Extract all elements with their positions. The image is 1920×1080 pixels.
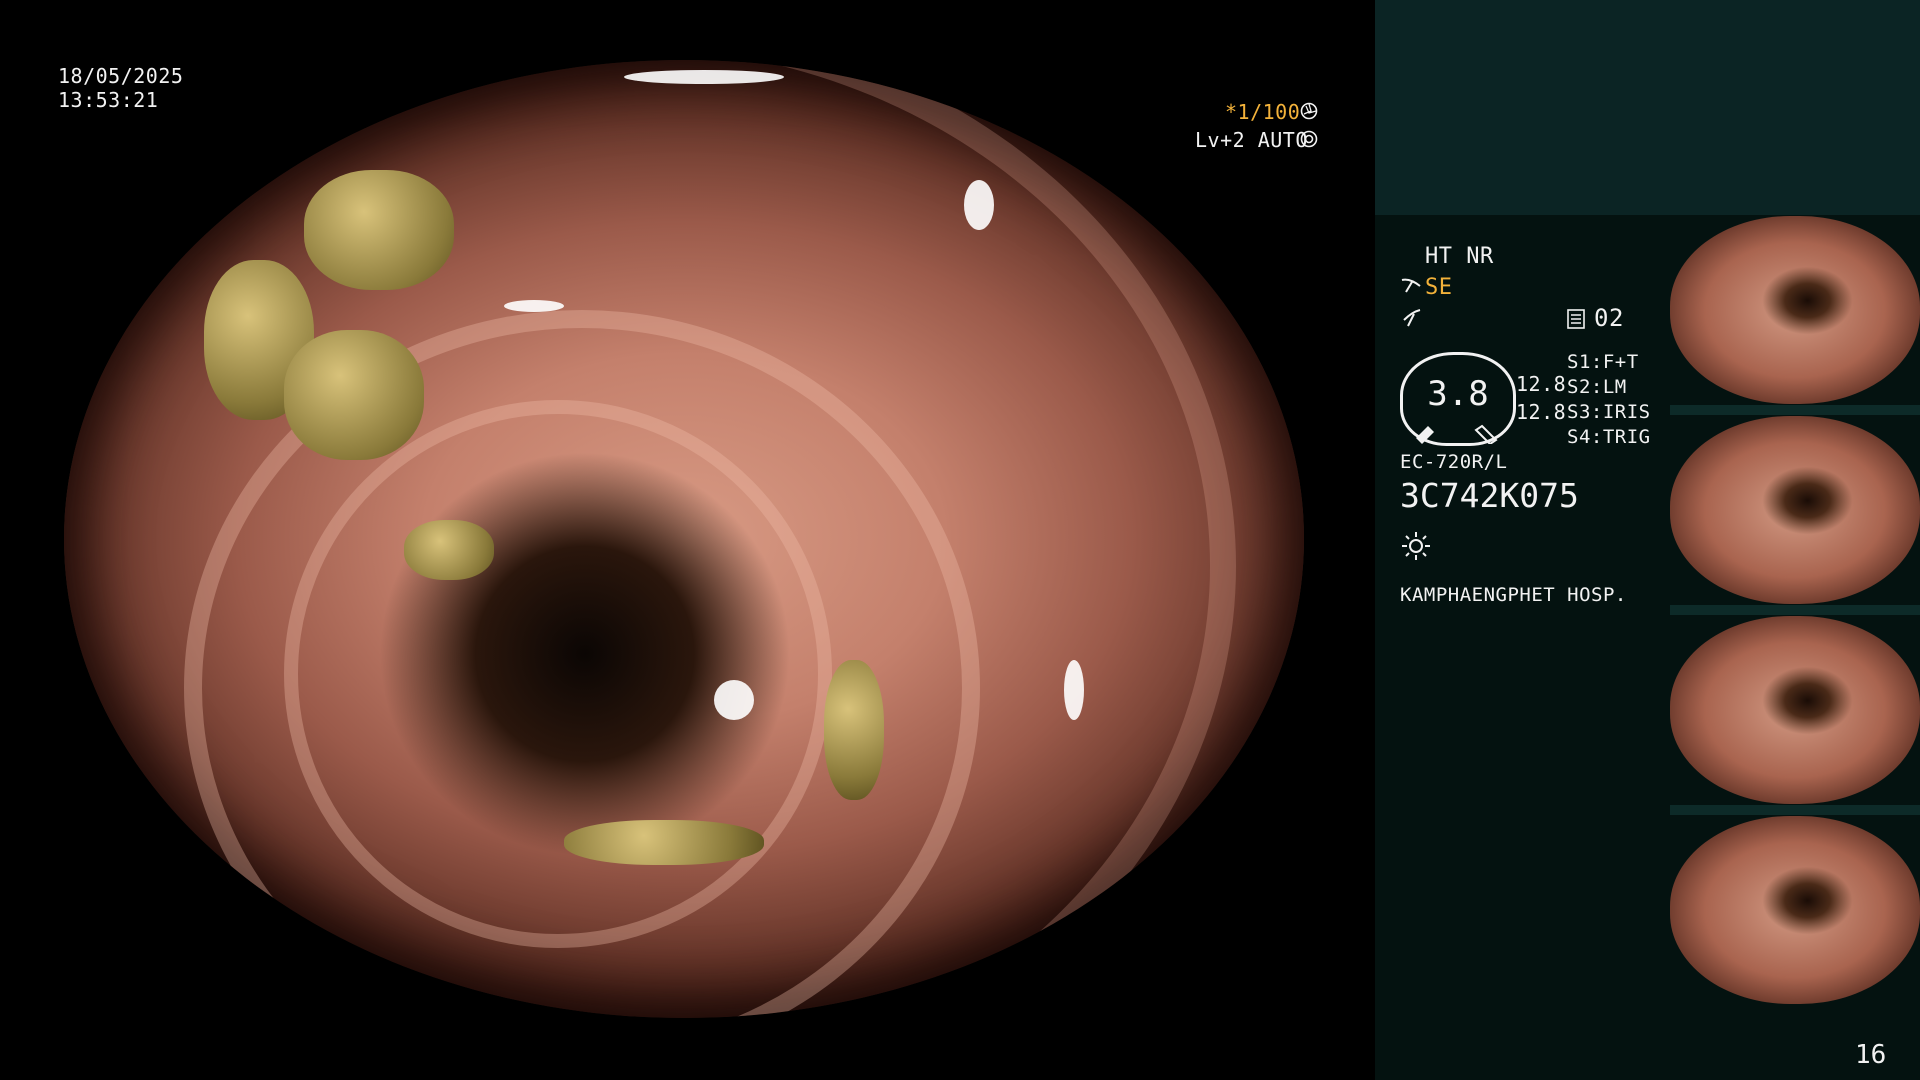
time-label: 13:53:21 <box>58 88 159 112</box>
shutter-icon <box>1300 102 1318 120</box>
page-number: 16 <box>1855 1040 1887 1070</box>
thumbnail-3[interactable] <box>1670 616 1920 804</box>
thumbnail-2[interactable] <box>1670 416 1920 604</box>
flash-icon <box>1403 309 1421 327</box>
memory-icon <box>1567 309 1585 329</box>
switch-4: S4:TRIG <box>1567 426 1651 448</box>
switch-2: S2:LM <box>1567 376 1627 398</box>
light-reflection <box>714 680 754 720</box>
switch-3: S3:IRIS <box>1567 401 1651 423</box>
switch-1: S1:F+T <box>1567 351 1639 373</box>
stool-fragment <box>304 170 454 290</box>
mucosal-fold <box>64 60 1236 1018</box>
thumbnail-divider <box>1670 605 1920 615</box>
brightness-icon <box>1402 532 1430 560</box>
thumbnail-divider <box>1670 805 1920 815</box>
auto-iris-icon <box>1300 130 1318 148</box>
counter-label: 02 <box>1594 304 1624 332</box>
light-reflection <box>504 300 564 312</box>
stool-fragment <box>284 330 424 460</box>
scope-value: 3.8 <box>1427 374 1489 414</box>
scope-model-label: EC-720R/L <box>1400 451 1508 473</box>
stool-fragment <box>404 520 494 580</box>
thumbnail-1[interactable] <box>1670 216 1920 404</box>
measure-2: 12.8 <box>1516 400 1567 424</box>
level-label: Lv+2 AUTO <box>1195 128 1308 152</box>
thumbnail-4[interactable] <box>1670 816 1920 1004</box>
scope-angle-icon <box>1416 424 1498 444</box>
light-reflection <box>1064 660 1084 720</box>
light-reflection <box>964 180 994 230</box>
date-label: 18/05/2025 <box>58 64 184 88</box>
scissors-icon <box>1401 278 1421 293</box>
mode-label: HT NR <box>1425 244 1494 269</box>
shutter-label: *1/100 <box>1225 100 1301 124</box>
info-panel-header <box>1375 0 1920 215</box>
serial-label: 3C742K075 <box>1400 476 1579 515</box>
light-reflection <box>624 70 784 84</box>
hospital-label: KAMPHAENGPHET HOSP. <box>1400 584 1627 606</box>
enhance-label: SE <box>1425 275 1453 300</box>
stool-fragment <box>564 820 764 865</box>
endoscopy-image <box>64 60 1304 1018</box>
stool-fragment <box>824 660 884 800</box>
measure-1: 12.8 <box>1516 372 1567 396</box>
thumbnail-divider <box>1670 405 1920 415</box>
